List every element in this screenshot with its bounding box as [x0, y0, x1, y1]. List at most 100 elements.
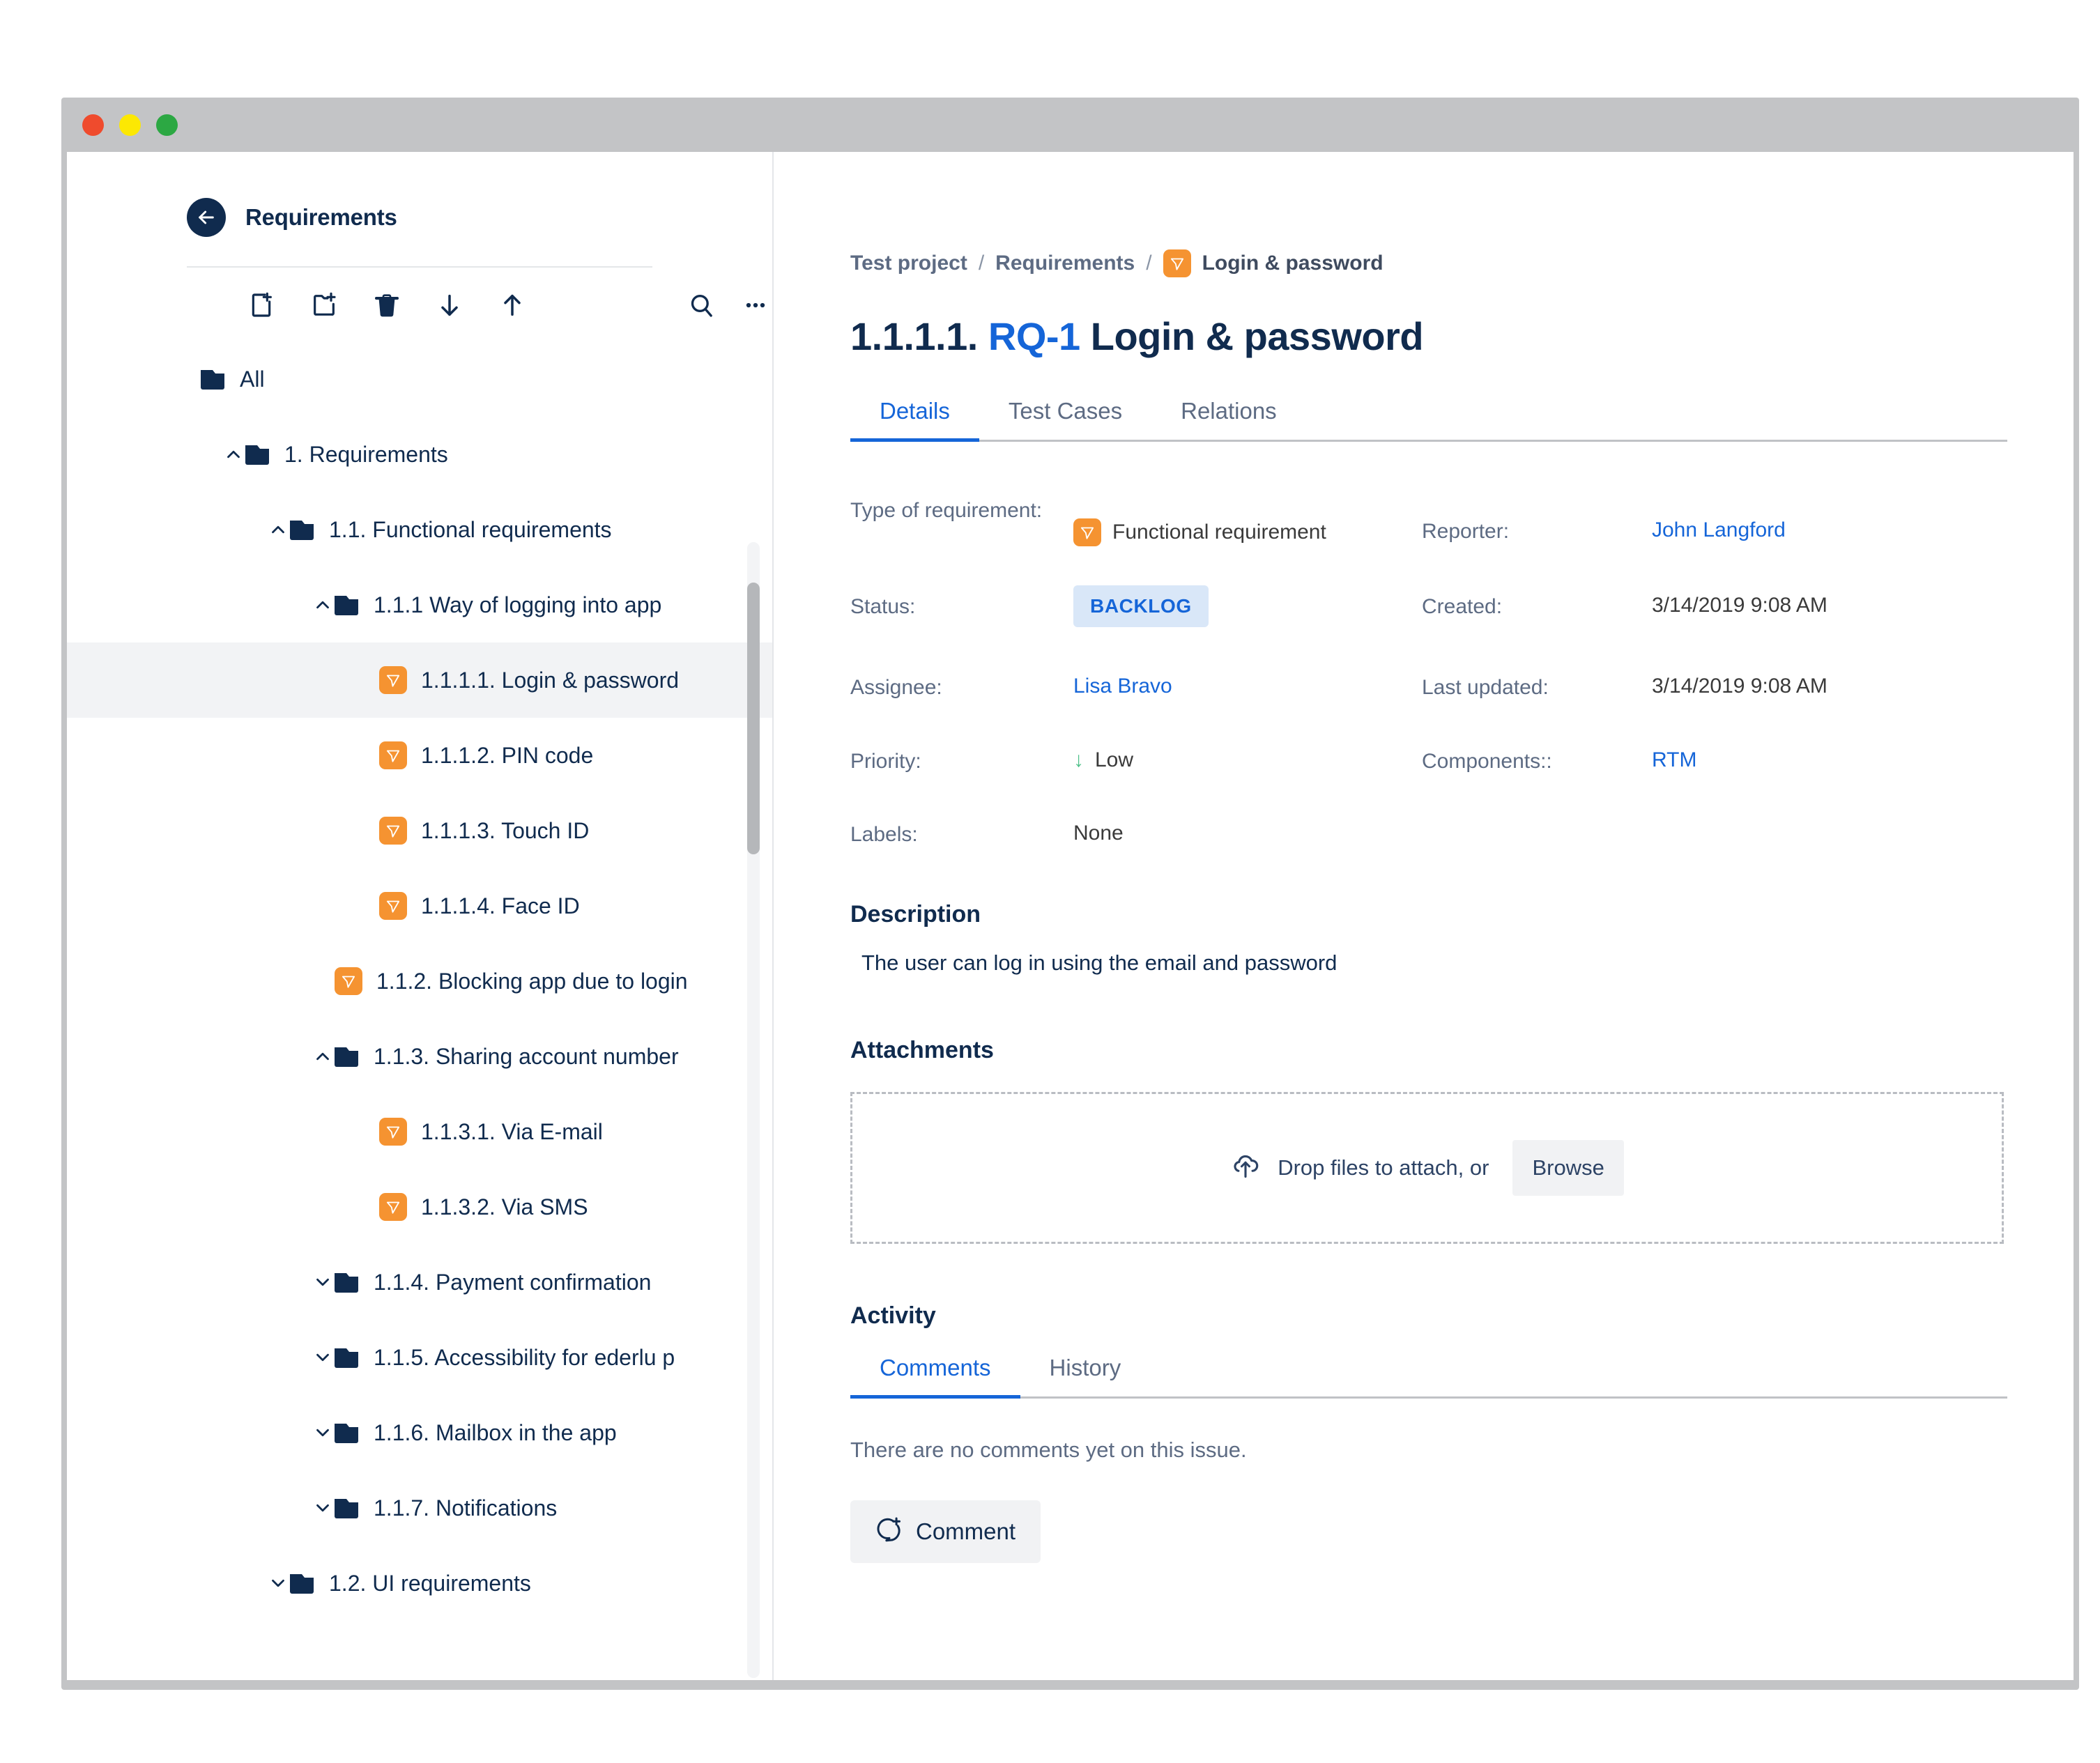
folder-icon — [290, 519, 315, 540]
tree-item-label: 1.2. UI requirements — [329, 1570, 531, 1596]
tree-item[interactable]: 1.1.1 Way of logging into app — [67, 567, 772, 642]
requirement-icon — [335, 967, 362, 995]
tab-relations[interactable]: Relations — [1151, 398, 1306, 440]
tree-item-label: 1.1. Functional requirements — [329, 516, 612, 542]
app-viewport: Requirements All 1. Requirements 1.1. Fu… — [67, 152, 2074, 1680]
tree-item[interactable]: 1.1.5. Accessibility for ederlu p — [67, 1320, 772, 1395]
chevron-down-icon[interactable] — [311, 1272, 335, 1293]
attachments-dropzone[interactable]: Drop files to attach, or Browse — [850, 1091, 2004, 1244]
chevron-down-icon[interactable] — [311, 1422, 335, 1443]
comment-button[interactable]: Comment — [850, 1500, 1041, 1563]
tree-item[interactable]: All — [67, 341, 772, 417]
sidebar-title: Requirements — [245, 204, 397, 230]
app-window: Requirements All 1. Requirements 1.1. Fu… — [61, 98, 2079, 1690]
delete-icon[interactable] — [370, 288, 404, 322]
components-label: Components:: — [1422, 749, 1552, 773]
window-minimize-button[interactable] — [119, 114, 141, 136]
reporter-label: Reporter: — [1422, 520, 1510, 543]
tree-item[interactable]: 1.1.3.2. Via SMS — [67, 1169, 772, 1245]
sidebar-scrollbar[interactable] — [747, 542, 760, 1678]
back-button[interactable] — [187, 198, 226, 237]
folder-icon — [290, 1573, 315, 1594]
chevron-up-icon[interactable] — [266, 519, 290, 540]
window-close-button[interactable] — [82, 114, 104, 136]
sidebar-scrollbar-thumb[interactable] — [747, 583, 760, 854]
cloud-upload-icon — [1230, 1150, 1261, 1186]
tab-details[interactable]: Details — [850, 398, 979, 442]
tab-history[interactable]: History — [1020, 1355, 1151, 1396]
chevron-down-icon[interactable] — [266, 1573, 290, 1594]
requirement-icon — [379, 666, 407, 694]
requirement-icon — [379, 741, 407, 769]
assignee-value[interactable]: Lisa Bravo — [1073, 662, 1422, 733]
requirement-icon — [379, 892, 407, 920]
chevron-up-icon[interactable] — [222, 444, 245, 465]
new-folder-icon[interactable] — [307, 288, 341, 322]
tree-item-label: 1.1.1.3. Touch ID — [421, 817, 590, 843]
tree-item-label: 1.1.6. Mailbox in the app — [374, 1419, 617, 1445]
labels-value: None — [1073, 822, 1124, 845]
requirements-tree: All 1. Requirements 1.1. Functional requir… — [67, 341, 772, 1665]
move-up-icon[interactable] — [496, 288, 529, 322]
search-icon[interactable] — [684, 288, 718, 322]
tree-item[interactable]: 1.1.1.1. Login & password — [67, 642, 772, 718]
folder-icon — [335, 1046, 360, 1067]
new-requirement-icon[interactable] — [245, 288, 278, 322]
add-comment-icon — [875, 1516, 902, 1548]
breadcrumb-separator: / — [978, 252, 985, 275]
breadcrumb-current[interactable]: Login & password — [1202, 252, 1384, 275]
folder-icon — [245, 444, 270, 465]
tree-item[interactable]: 1.1.2. Blocking app due to login — [67, 944, 772, 1019]
breadcrumb-project[interactable]: Test project — [850, 252, 967, 275]
dropzone-content: Drop files to attach, or Browse — [1230, 1139, 1624, 1196]
requirement-icon — [1073, 518, 1101, 546]
requirements-sidebar: Requirements All 1. Requirements 1.1. Fu… — [67, 152, 774, 1680]
tree-item[interactable]: 1.1.3.1. Via E-mail — [67, 1094, 772, 1169]
folder-icon — [201, 369, 226, 390]
chevron-up-icon[interactable] — [311, 594, 335, 615]
tree-item-label: 1.1.1 Way of logging into app — [374, 592, 662, 617]
last-updated-label: Last updated: — [1422, 676, 1549, 699]
tab-test-cases[interactable]: Test Cases — [979, 398, 1151, 440]
move-down-icon[interactable] — [433, 288, 466, 322]
breadcrumb-section[interactable]: Requirements — [995, 252, 1135, 275]
breadcrumb: Test project / Requirements / Login & pa… — [850, 152, 2074, 277]
tree-item[interactable]: 1.1. Functional requirements — [67, 492, 772, 567]
chevron-down-icon[interactable] — [311, 1498, 335, 1518]
tab-comments[interactable]: Comments — [850, 1355, 1020, 1399]
tree-item-label: 1.1.1.4. Face ID — [421, 893, 580, 918]
tree-item[interactable]: 1.2. UI requirements — [67, 1546, 772, 1621]
created-label: Created: — [1422, 595, 1503, 618]
browse-button[interactable]: Browse — [1512, 1139, 1624, 1196]
tree-item[interactable]: 1. Requirements — [67, 417, 772, 492]
reporter-value[interactable]: John Langford — [1652, 485, 2021, 577]
no-comments-message: There are no comments yet on this issue. — [850, 1437, 1247, 1462]
type-of-requirement-text: Functional requirement — [1112, 521, 1326, 544]
page-title: 1.1.1.1. RQ-1 Login & password — [850, 314, 2074, 359]
tree-item-label: 1.1.1.1. Login & password — [421, 667, 680, 693]
tree-item[interactable]: 1.1.1.3. Touch ID — [67, 793, 772, 868]
tree-item[interactable]: 1.1.3. Sharing account number — [67, 1019, 772, 1094]
window-zoom-button[interactable] — [156, 114, 178, 136]
tree-item-label: 1.1.4. Payment confirmation — [374, 1269, 652, 1295]
requirement-detail-panel: Test project / Requirements / Login & pa… — [774, 152, 2074, 1680]
status-badge[interactable]: BACKLOG — [1073, 585, 1209, 627]
tree-item[interactable]: 1.1.6. Mailbox in the app — [67, 1395, 772, 1470]
tree-item[interactable]: 1.1.1.2. PIN code — [67, 718, 772, 793]
more-options-icon[interactable] — [739, 288, 772, 322]
status-label: Status: — [850, 595, 916, 618]
arrow-down-icon: ↓ — [1073, 748, 1084, 771]
chevron-down-icon[interactable] — [311, 1347, 335, 1368]
tree-item-label: 1.1.1.2. PIN code — [421, 742, 594, 768]
folder-icon — [335, 1498, 360, 1518]
created-value: 3/14/2019 9:08 AM — [1652, 594, 1827, 617]
type-of-requirement-label: Type of requirement: — [850, 499, 1043, 522]
chevron-up-icon[interactable] — [311, 1046, 335, 1067]
tree-item[interactable]: 1.1.7. Notifications — [67, 1470, 772, 1546]
tree-item[interactable]: 1.1.4. Payment confirmation — [67, 1245, 772, 1320]
breadcrumb-separator: / — [1146, 252, 1152, 275]
tree-item-label: 1.1.7. Notifications — [374, 1495, 558, 1521]
requirement-icon — [379, 1118, 407, 1146]
tree-item[interactable]: 1.1.1.4. Face ID — [67, 868, 772, 944]
components-value[interactable]: RTM — [1652, 736, 2021, 807]
